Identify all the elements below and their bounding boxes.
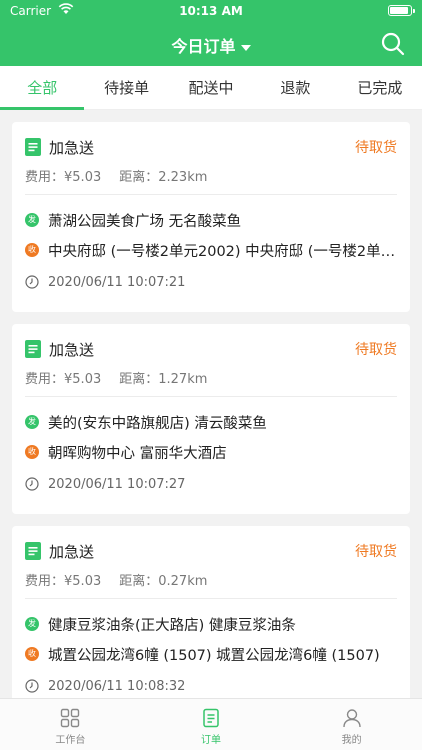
pickup-address: 美的(安东中路旗舰店) 清云酸菜鱼 <box>48 415 267 432</box>
pickup-badge: 发 <box>25 617 39 631</box>
grid-icon <box>61 708 80 728</box>
divider <box>25 396 397 397</box>
tab-completed[interactable]: 已完成 <box>338 66 422 109</box>
distance-value: 1.27km <box>158 372 208 387</box>
battery-icon <box>388 5 415 16</box>
tabbar-orders[interactable]: 订单 <box>141 699 282 750</box>
fee-label: 费用： <box>25 372 65 387</box>
tabbar-mine[interactable]: 我的 <box>281 699 422 750</box>
dropoff-address: 城置公园龙湾6幢 (1507) 城置公园龙湾6幢 (1507) <box>48 647 380 664</box>
distance-label: 距离： <box>119 372 159 387</box>
order-card[interactable]: 加急送 待取货 费用：¥5.03 距离：1.27km 发 美的(安东中路旗舰店) … <box>12 324 410 514</box>
tab-pending-accept[interactable]: 待接单 <box>84 66 168 109</box>
search-icon[interactable] <box>380 31 406 57</box>
tabbar-workbench[interactable]: 工作台 <box>0 699 141 750</box>
tabbar-label: 工作台 <box>55 735 86 746</box>
document-icon <box>25 138 41 156</box>
dropoff-badge: 收 <box>25 445 39 459</box>
order-meta: 费用：¥5.03 距离：2.23km <box>25 166 397 186</box>
document-icon <box>25 340 41 358</box>
page-title: 今日订单 <box>171 37 236 56</box>
dropoff-address-row: 收 城置公园龙湾6幢 (1507) 城置公园龙湾6幢 (1507) <box>25 639 397 669</box>
status-bar: Carrier 10:13 AM <box>0 0 422 22</box>
order-list[interactable]: 加急送 待取货 费用：¥5.03 距离：2.23km 发 萧湖公园美食广场 无名酸… <box>0 110 422 698</box>
distance-label: 距离： <box>119 574 159 589</box>
bottom-tab-bar: 工作台 订单 我的 <box>0 698 422 750</box>
fee-label: 费用： <box>25 574 65 589</box>
order-card[interactable]: 加急送 待取货 费用：¥5.03 距离：0.27km 发 健康豆浆油条(正大路店)… <box>12 526 410 698</box>
tab-refund[interactable]: 退款 <box>253 66 337 109</box>
pickup-address: 健康豆浆油条(正大路店) 健康豆浆油条 <box>48 617 296 634</box>
pickup-address-row: 发 美的(安东中路旗舰店) 清云酸菜鱼 <box>25 407 397 437</box>
status-badge: 待取货 <box>355 342 397 358</box>
order-filter-tabs: 全部 待接单 配送中 退款 已完成 <box>0 66 422 110</box>
tab-all[interactable]: 全部 <box>0 66 85 110</box>
tabbar-label: 我的 <box>341 735 362 746</box>
order-time-row: 2020/06/11 10:07:27 <box>25 469 397 499</box>
dropoff-address: 朝晖购物中心 富丽华大酒店 <box>48 445 227 462</box>
clock-icon <box>25 275 39 289</box>
dropoff-badge: 收 <box>25 243 39 257</box>
status-badge: 待取货 <box>355 140 397 156</box>
order-card[interactable]: 加急送 待取货 费用：¥5.03 距离：2.23km 发 萧湖公园美食广场 无名酸… <box>12 122 410 312</box>
order-time: 2020/06/11 10:07:27 <box>48 476 186 492</box>
caret-down-icon <box>240 44 251 51</box>
fee-value: ¥5.03 <box>64 372 102 387</box>
fee-label: 费用： <box>25 170 65 185</box>
clock-icon <box>25 679 39 693</box>
order-time-row: 2020/06/11 10:07:21 <box>25 267 397 297</box>
dropoff-address: 中央府邸 (一号楼2单元2002) 中央府邸 (一号楼2单元2002) <box>48 243 397 260</box>
order-date-dropdown[interactable]: 今日订单 <box>0 33 422 57</box>
tabbar-label: 订单 <box>201 735 221 746</box>
dropoff-address-row: 收 中央府邸 (一号楼2单元2002) 中央府邸 (一号楼2单元2002) <box>25 235 397 265</box>
user-icon <box>342 709 361 728</box>
order-time-row: 2020/06/11 10:08:32 <box>25 671 397 698</box>
order-time: 2020/06/11 10:08:32 <box>48 678 186 694</box>
distance-value: 0.27km <box>158 574 208 589</box>
pickup-address: 萧湖公园美食广场 无名酸菜鱼 <box>48 213 242 230</box>
order-meta: 费用：¥5.03 距离：1.27km <box>25 368 397 388</box>
distance-value: 2.23km <box>158 170 208 185</box>
dropoff-badge: 收 <box>25 647 39 661</box>
document-icon <box>25 542 41 560</box>
order-doc-icon <box>203 708 219 728</box>
divider <box>25 598 397 599</box>
fee-value: ¥5.03 <box>64 170 102 185</box>
order-time: 2020/06/11 10:07:21 <box>48 274 186 290</box>
order-meta: 费用：¥5.03 距离：0.27km <box>25 570 397 590</box>
tab-delivering[interactable]: 配送中 <box>169 66 253 109</box>
order-type: 加急送 <box>49 542 95 561</box>
distance-label: 距离： <box>119 170 159 185</box>
pickup-address-row: 发 健康豆浆油条(正大路店) 健康豆浆油条 <box>25 609 397 639</box>
app-header: Carrier 10:13 AM 今日订单 <box>0 0 422 66</box>
order-type: 加急送 <box>49 340 95 359</box>
pickup-badge: 发 <box>25 213 39 227</box>
pickup-badge: 发 <box>25 415 39 429</box>
dropoff-address-row: 收 朝晖购物中心 富丽华大酒店 <box>25 437 397 467</box>
status-badge: 待取货 <box>355 544 397 560</box>
status-time: 10:13 AM <box>179 4 243 18</box>
clock-icon <box>25 477 39 491</box>
pickup-address-row: 发 萧湖公园美食广场 无名酸菜鱼 <box>25 205 397 235</box>
order-type: 加急送 <box>49 138 95 157</box>
fee-value: ¥5.03 <box>64 574 102 589</box>
divider <box>25 194 397 195</box>
